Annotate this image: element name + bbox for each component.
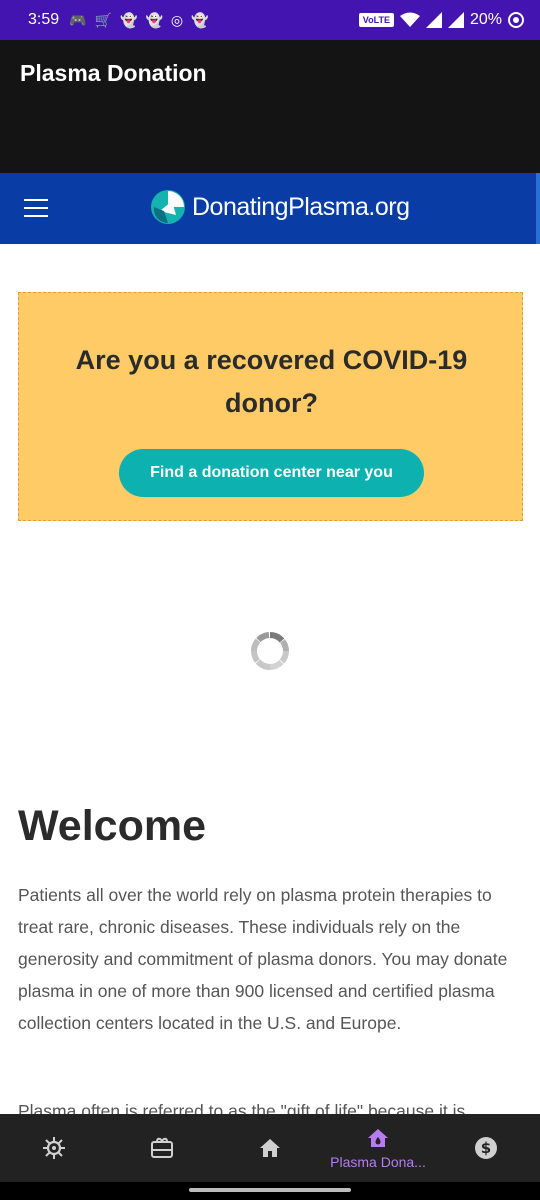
welcome-paragraph: Patients all over the world rely on plas… (18, 885, 508, 1033)
app-bar: Plasma Donation (0, 40, 540, 173)
snapchat-icon: 👻 (191, 12, 209, 28)
signal-icon (447, 12, 464, 28)
status-right: VoLTE 20% (358, 11, 524, 29)
wifi-icon (399, 12, 420, 27)
status-bar: 3:59 🎮 🛒 👻 👻 ◎ 👻 VoLTE 20% (0, 0, 540, 40)
site-logo[interactable]: DonatingPlasma.org (150, 189, 410, 225)
app-title: Plasma Donation (20, 60, 207, 86)
svg-text:$: $ (481, 1139, 491, 1157)
nav-item-virus[interactable] (0, 1114, 108, 1182)
bottom-navigation: Plasma Dona... $ (0, 1114, 540, 1182)
covid-donor-banner: Are you a recovered COVID-19 donor? Find… (18, 292, 523, 521)
signal-icon (425, 12, 442, 28)
find-donation-center-button[interactable]: Find a donation center near you (119, 449, 424, 497)
status-time: 3:59 (28, 11, 60, 28)
menu-icon[interactable] (24, 199, 48, 217)
battery-percent: 20% (469, 11, 502, 28)
banner-title: Are you a recovered COVID-19 donor? (75, 345, 468, 418)
scroll-edge (536, 173, 540, 244)
home-gesture-pill[interactable] (189, 1188, 351, 1192)
site-header: DonatingPlasma.org (0, 173, 540, 244)
nav-item-plasma-donation[interactable]: Plasma Dona... (324, 1114, 432, 1182)
game-controller-icon: 🎮 (69, 12, 87, 28)
nav-item-gift-card[interactable] (108, 1114, 216, 1182)
dollar-icon: $ (475, 1137, 497, 1159)
nav-item-home[interactable] (216, 1114, 324, 1182)
notification-icons: 🎮 🛒 👻 👻 ◎ 👻 (69, 13, 208, 27)
nav-label-plasma-donation: Plasma Dona... (330, 1154, 426, 1170)
volte-badge: VoLTE (358, 13, 394, 27)
home-icon (260, 1139, 280, 1157)
cart-icon: 🛒 (94, 12, 113, 28)
gesture-bar (0, 1182, 540, 1200)
battery-saver-icon (508, 12, 524, 28)
nav-item-dollar[interactable]: $ (432, 1114, 540, 1182)
plasma-home-icon (368, 1129, 388, 1147)
gift-card-icon (151, 1137, 173, 1158)
virus-icon (43, 1137, 65, 1159)
welcome-heading: Welcome (18, 802, 206, 850)
logo-text: DonatingPlasma.org (192, 192, 410, 221)
logo-mark-icon (151, 190, 185, 224)
snapchat-icon: 👻 (120, 12, 138, 28)
instagram-icon: ◎ (170, 12, 184, 28)
snapchat-icon: 👻 (145, 12, 163, 28)
loading-spinner-icon (251, 632, 289, 670)
